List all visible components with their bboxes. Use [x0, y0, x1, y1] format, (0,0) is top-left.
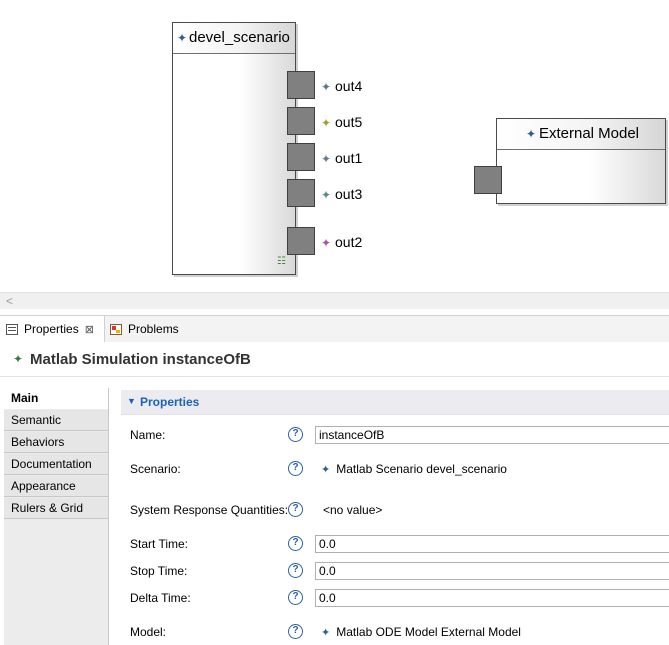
- start-time-field[interactable]: 0.0: [315, 535, 669, 553]
- horizontal-scrollbar[interactable]: <: [0, 292, 669, 309]
- delta-time-label: Delta Time:: [130, 591, 191, 605]
- properties-icon: [6, 324, 18, 335]
- port-out1[interactable]: [287, 143, 315, 171]
- tab-properties-label: Properties: [24, 322, 79, 336]
- help-icon[interactable]: ?: [288, 590, 303, 605]
- help-icon[interactable]: ?: [288, 624, 303, 639]
- section-title: Properties: [140, 395, 200, 409]
- model-value[interactable]: ✦ Matlab ODE Model External Model: [321, 625, 521, 639]
- port-out4[interactable]: [287, 71, 315, 99]
- port-label-out5[interactable]: ✦ out5: [321, 114, 362, 131]
- srq-label: System Response Quantities:: [130, 503, 289, 517]
- port-out3[interactable]: [287, 179, 315, 207]
- port-star-icon: ✦: [321, 152, 332, 166]
- name-field[interactable]: instanceOfB: [315, 426, 669, 444]
- port-label-out2[interactable]: ✦ out2: [321, 234, 362, 251]
- properties-title-bar: ✦ Matlab Simulation instanceOfB: [0, 342, 669, 377]
- scenario-value[interactable]: ✦ Matlab Scenario devel_scenario: [321, 462, 507, 476]
- port-star-icon: ✦: [321, 116, 332, 130]
- delta-time-field[interactable]: 0.0: [315, 589, 669, 607]
- port-star-icon: ✦: [321, 236, 332, 250]
- problems-icon: [110, 324, 122, 335]
- scenario-label: Scenario:: [130, 462, 181, 476]
- close-icon[interactable]: ⊠: [85, 324, 94, 336]
- side-tab-appearance[interactable]: Appearance: [4, 476, 108, 497]
- properties-side-tabs: Main Semantic Behaviors Documentation Ap…: [4, 388, 109, 645]
- tab-properties[interactable]: Properties ⊠: [0, 316, 105, 342]
- port-label-out3[interactable]: ✦ out3: [321, 186, 362, 203]
- scenario-block-header[interactable]: ✦ devel_scenario: [173, 23, 295, 54]
- port-star-icon: ✦: [321, 80, 332, 94]
- simulation-star-icon: ✦: [13, 352, 24, 366]
- help-icon[interactable]: ?: [288, 427, 303, 442]
- side-tab-rulers-grid[interactable]: Rulers & Grid: [4, 498, 108, 519]
- view-tab-bar: Properties ⊠ Problems: [0, 315, 669, 343]
- external-model-header[interactable]: ✦ External Model: [497, 119, 665, 150]
- port-label-out1[interactable]: ✦ out1: [321, 150, 362, 167]
- name-label: Name:: [130, 428, 166, 442]
- port-external-input[interactable]: [474, 166, 502, 194]
- port-out5[interactable]: [287, 107, 315, 135]
- scenario-star-icon: ✦: [177, 31, 188, 45]
- tab-problems-label: Problems: [128, 322, 179, 336]
- hierarchy-icon[interactable]: ☷: [277, 256, 286, 267]
- collapse-arrow-icon[interactable]: ▼: [127, 396, 136, 406]
- scenario-block[interactable]: ✦ devel_scenario ☷: [172, 22, 296, 275]
- port-label-out4[interactable]: ✦ out4: [321, 78, 362, 95]
- model-star-icon: ✦: [525, 127, 536, 141]
- scenario-block-title: devel_scenario: [189, 29, 290, 46]
- tab-problems[interactable]: Problems: [104, 316, 194, 342]
- start-time-label: Start Time:: [130, 537, 189, 551]
- scroll-left-arrow-icon[interactable]: <: [6, 293, 13, 309]
- stop-time-field[interactable]: 0.0: [315, 562, 669, 580]
- model-star-icon: ✦: [321, 627, 331, 639]
- side-tab-semantic[interactable]: Semantic: [4, 410, 108, 431]
- help-icon[interactable]: ?: [288, 461, 303, 476]
- model-label: Model:: [130, 625, 167, 639]
- help-icon[interactable]: ?: [288, 502, 303, 517]
- stop-time-label: Stop Time:: [130, 564, 188, 578]
- port-out2[interactable]: [287, 227, 315, 255]
- port-star-icon: ✦: [321, 188, 332, 202]
- scenario-star-icon: ✦: [321, 464, 331, 476]
- side-tab-behaviors[interactable]: Behaviors: [4, 432, 108, 453]
- srq-value[interactable]: <no value>: [323, 503, 382, 517]
- properties-title: Matlab Simulation instanceOfB: [30, 351, 251, 368]
- properties-section-header[interactable]: ▼ Properties: [121, 390, 669, 415]
- side-tab-main[interactable]: Main: [4, 388, 108, 409]
- external-model-title: External Model: [538, 125, 640, 142]
- diagram-canvas[interactable]: ✦ devel_scenario ☷ ✦ out4 ✦ out5 ✦ out1 ✦ out…: [0, 0, 669, 292]
- help-icon[interactable]: ?: [288, 563, 303, 578]
- external-model-block[interactable]: ✦ External Model: [496, 118, 666, 204]
- help-icon[interactable]: ?: [288, 536, 303, 551]
- side-tab-documentation[interactable]: Documentation: [4, 454, 108, 475]
